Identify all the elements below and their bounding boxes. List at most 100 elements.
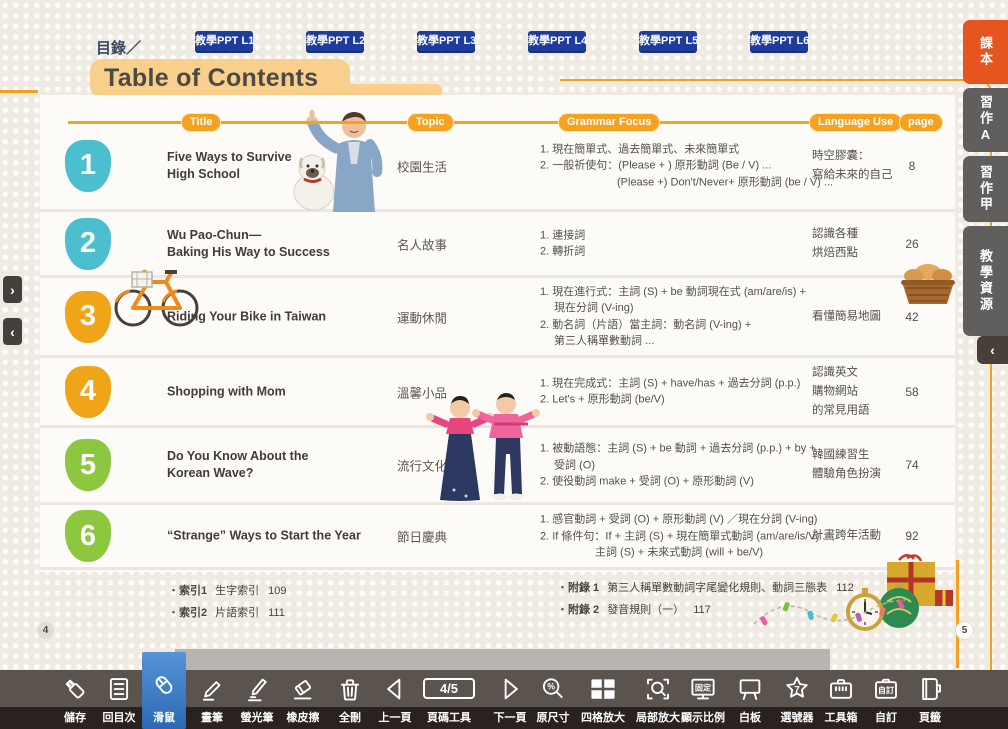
appendix-entry-text: 第三人稱單數動詞字尾變化規則、動詞三態表 — [607, 582, 827, 594]
grid-icon — [581, 670, 625, 707]
lesson-page-number: 58 — [890, 385, 934, 399]
svg-text:固定: 固定 — [695, 682, 712, 692]
tool-page-tabs[interactable]: 頁籤 — [908, 670, 952, 729]
tool-back-to-toc[interactable]: 回目次 — [97, 670, 141, 729]
eraser-icon — [281, 670, 325, 707]
lesson-row-1[interactable]: 1Five Ways to Survive High School校園生活1. … — [40, 122, 955, 212]
triangle-right-icon — [488, 670, 532, 707]
column-header-grammar-focus: Grammar Focus — [558, 113, 660, 132]
lesson-topic: 運動休閒 — [397, 307, 487, 326]
tab-teaching-resources[interactable]: 教學資源 — [963, 226, 1008, 336]
index-entry: 索引2片語索引111 — [168, 602, 286, 624]
tool-prev-page[interactable]: 上一頁 — [373, 670, 417, 729]
tool-label: 自訂 — [864, 707, 908, 729]
highlighter-icon — [235, 670, 279, 707]
chevron-right-icon: › — [10, 282, 15, 298]
tool-next-page[interactable]: 下一頁 — [488, 670, 532, 729]
chevron-left-icon: ‹ — [990, 342, 995, 358]
lesson-page-number: 92 — [890, 529, 934, 543]
lesson-page-number: 26 — [890, 237, 934, 251]
illustration-student-with-dog — [278, 100, 406, 217]
ppt-button-l2[interactable]: 教學PPT L2 — [306, 31, 364, 51]
tool-number-picker[interactable]: 7選號器 — [775, 670, 819, 729]
tab-workbook-jia[interactable]: 習作甲 — [963, 156, 1008, 222]
ppt-button-l4[interactable]: 教學PPT L4 — [528, 31, 586, 51]
ppt-button-l3[interactable]: 教學PPT L3 — [417, 31, 475, 51]
svg-text:7: 7 — [794, 684, 800, 695]
lesson-language-use: 韓國練習生 體驗角色扮演 — [812, 446, 900, 484]
index-entry-page: 109 — [268, 585, 286, 597]
ppt-button-l5[interactable]: 教學PPT L5 — [639, 31, 697, 51]
page-indicator[interactable]: 4/5 — [423, 678, 475, 699]
page-number-right: 5 — [955, 621, 974, 640]
lesson-grammar: 1. 被動語態：主詞 (S) + be 動詞 + 過去分詞 (p.p.) + b… — [540, 440, 850, 490]
tool-label: 儲存 — [53, 707, 97, 729]
tool-page-tool[interactable]: 4/5頁碼工具 — [414, 670, 484, 729]
booklet-icon — [908, 670, 952, 707]
star-icon: 7 — [775, 670, 819, 707]
lesson-number-badge: 3 — [65, 291, 111, 343]
tool-mouse[interactable]: 滑鼠 — [142, 652, 186, 729]
tool-original-size[interactable]: %原尺寸 — [531, 670, 575, 729]
collapse-tabs-button[interactable]: ‹ — [977, 336, 1008, 364]
tab-teaching-resources-label: 教學資源 — [976, 249, 995, 313]
tool-custom[interactable]: 自訂自訂 — [864, 670, 908, 729]
mouse-icon — [142, 666, 186, 703]
page-box: 4/5 — [414, 670, 484, 707]
lesson-number-badge: 1 — [65, 140, 111, 192]
lesson-language-use: 時空膠囊： 寫給未來的自己 — [812, 147, 900, 185]
tool-label: 白板 — [728, 707, 772, 729]
tool-four-grid-zoom[interactable]: 四格放大 — [581, 670, 625, 729]
magnifier-focus-icon — [636, 670, 680, 707]
tab-workbook-jia-label: 習作甲 — [976, 165, 995, 213]
tool-display-ratio[interactable]: 固定顯示比例 — [681, 670, 725, 729]
tool-label: 下一頁 — [488, 707, 532, 729]
tab-workbook-a-label: 習作A — [976, 95, 995, 145]
lesson-title: “Strange” Ways to Start the Year — [167, 528, 382, 545]
lesson-grammar: 1. 現在完成式：主詞 (S) + have/has + 過去分詞 (p.p.)… — [540, 375, 850, 408]
tab-textbook-label: 課本 — [976, 36, 995, 68]
lesson-grammar: 1. 感官動詞 + 受詞 (O) + 原形動詞 (V) ／現在分詞 (V-ing… — [540, 511, 850, 561]
index-entry-text: 片語索引 — [215, 607, 259, 619]
appendix-entry-page: 117 — [693, 604, 711, 616]
lesson-grammar: 1. 現在進行式：主詞 (S) + be 動詞現在式 (am/are/is) +… — [540, 284, 850, 350]
lesson-topic: 校園生活 — [397, 156, 487, 175]
illustration-bicycle — [110, 250, 202, 337]
lesson-number-badge: 2 — [65, 218, 111, 270]
lesson-page-number: 74 — [890, 458, 934, 472]
tool-label: 畫筆 — [190, 707, 234, 729]
tool-eraser[interactable]: 橡皮擦 — [281, 670, 325, 729]
lesson-page-number: 8 — [890, 159, 934, 173]
tool-delete-all[interactable]: 全刪 — [328, 670, 372, 729]
tool-highlighter[interactable]: 螢光筆 — [235, 670, 279, 729]
lesson-title: Shopping with Mom — [167, 383, 382, 400]
page-edge-strip — [175, 649, 830, 670]
lesson-grammar: 1. 現在簡單式、過去簡單式、未來簡單式 2. 一般祈使句：(Please + … — [540, 141, 850, 191]
lesson-grammar: 1. 連接詞 2. 轉折詞 — [540, 227, 850, 260]
tool-toolbox[interactable]: 工具箱 — [819, 670, 863, 729]
tool-pen[interactable]: 畫筆 — [190, 670, 234, 729]
appendix-list: 附錄 1第三人稱單數動詞字尾變化規則、動詞三態表112附錄 2發音規則（一）11… — [557, 577, 854, 621]
ppt-button-l1[interactable]: 教學PPT L1 — [195, 31, 253, 51]
lesson-number-badge: 6 — [65, 510, 111, 562]
column-header-topic: Topic — [407, 113, 454, 132]
tool-label: 螢光筆 — [235, 707, 279, 729]
tool-label: 滑鼠 — [142, 707, 186, 729]
chevron-left-icon: ‹ — [10, 324, 15, 340]
section-label: 目錄／ — [96, 37, 141, 58]
tool-whiteboard[interactable]: 白板 — [728, 670, 772, 729]
nav-back-button[interactable]: ‹ — [3, 318, 22, 345]
nav-forward-button[interactable]: › — [3, 276, 22, 303]
tool-save[interactable]: 儲存 — [53, 670, 97, 729]
lesson-language-use: 認識英文 購物網站 的常見用語 — [812, 363, 900, 420]
tab-workbook-a[interactable]: 習作A — [963, 88, 1008, 152]
tool-label: 橡皮擦 — [281, 707, 325, 729]
page-border-line — [0, 90, 38, 93]
tool-partial-zoom[interactable]: 局部放大 — [636, 670, 680, 729]
ppt-button-l6[interactable]: 教學PPT L6 — [750, 31, 808, 51]
tab-textbook[interactable]: 課本 — [963, 20, 1008, 84]
lesson-title: Do You Know About the Korean Wave? — [167, 448, 382, 482]
page-title: Table of Contents — [104, 64, 318, 93]
appendix-entry: 附錄 1第三人稱單數動詞字尾變化規則、動詞三態表112 — [557, 577, 854, 599]
index-entry-label: 索引2 — [179, 607, 207, 619]
